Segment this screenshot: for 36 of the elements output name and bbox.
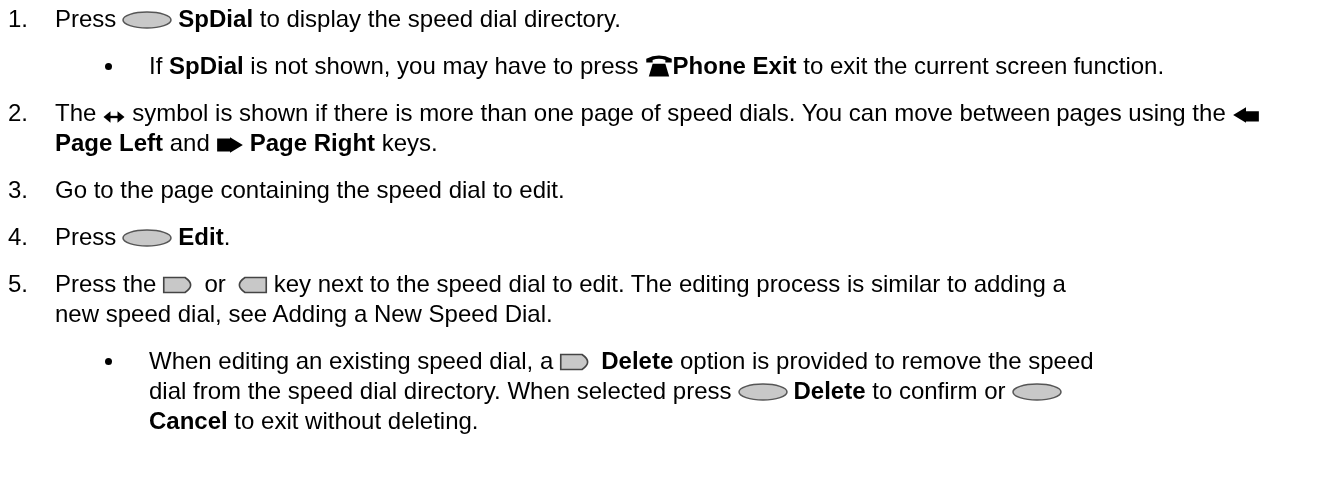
step-text: Go to the page containing the speed dial to edit.: [55, 175, 565, 205]
bullet-text: function.: [1073, 51, 1165, 81]
step-text: key next to the speed dial to edit. The editing process is similar to adding a: [273, 269, 1066, 299]
step-text: Page Left and: [55, 128, 210, 158]
left-arrow-icon: [1231, 106, 1260, 124]
bullet-text: dial from the speed dial directory. When selected press: [149, 376, 732, 406]
step-number: 2.: [8, 98, 29, 128]
bullet-text: If SpDial is not shown, you may have to press: [149, 51, 639, 81]
softkey-icon: [737, 382, 788, 402]
bullet-text: When editing an existing speed dial, a: [149, 346, 554, 376]
softkey-icon: [122, 228, 173, 248]
step-text: Page Right keys.: [249, 128, 438, 158]
right-arrow-icon: [215, 136, 244, 154]
bullet-text: Phone Exit to exit the current screen: [672, 51, 1068, 81]
bullet-text: Delete option is provided to remove the speed: [601, 346, 1094, 376]
step-number: 4.: [8, 222, 29, 252]
step-text: The: [55, 98, 97, 128]
bullet-icon: [105, 63, 112, 70]
step-text: SpDial to display the speed dial directory.: [178, 4, 621, 34]
step-text: Press the: [55, 269, 157, 299]
step-number: 1.: [8, 4, 29, 34]
step-text: pages using the: [1056, 98, 1226, 128]
step-text: or: [204, 269, 226, 299]
step-text: Press: [55, 222, 117, 252]
softkey-icon: [1011, 382, 1062, 402]
left-right-arrow-icon: [102, 110, 127, 124]
step-text: Edit.: [178, 222, 231, 252]
step-number: 5.: [8, 269, 29, 299]
step-number: 3.: [8, 175, 29, 205]
step-text: Press: [55, 4, 117, 34]
bullet-icon: [105, 358, 112, 365]
step-text: new speed dial, see Adding a New Speed Dial.: [55, 299, 553, 329]
softkey-icon: [122, 10, 173, 30]
bullet-text: Cancel to exit without deleting.: [149, 406, 479, 436]
bullet-text: Delete to confirm or: [793, 376, 1006, 406]
step-text: symbol is shown if there is more than one page of speed dials. You can move between: [132, 98, 1051, 128]
